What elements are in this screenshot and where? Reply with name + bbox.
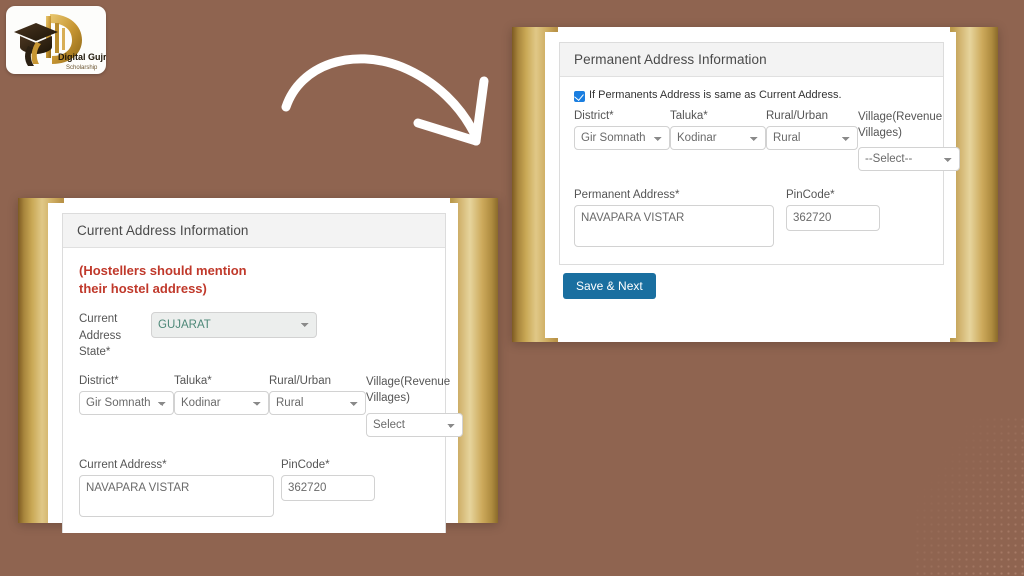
graduation-cap-logo-icon: Digital Gujrat Scholarship (14, 14, 106, 71)
permanent-panel-title: Permanent Address Information (560, 43, 943, 77)
field-village: Village(Revenue Villages) Select (366, 375, 463, 438)
current-address-screenshot: Current Address Information (Hostellers … (18, 198, 498, 533)
village-label: Village(Revenue Villages) (366, 376, 451, 404)
permanent-address-panel: Permanent Address Information If Permane… (559, 42, 960, 266)
field-pincode: PinCode* (281, 459, 375, 522)
current-address-label: Current Address* (79, 459, 167, 472)
form-action-bar: Save & Next (559, 265, 956, 310)
rural-urban-select[interactable]: Rural (766, 126, 858, 150)
svg-text:Digital Gujrat: Digital Gujrat (58, 52, 106, 62)
hosteller-note-line2: their hostel address) (79, 280, 207, 296)
same-as-current-checkbox-row[interactable]: If Permanents Address is same as Current… (574, 89, 929, 102)
current-address-state-label: Current Address State* (79, 313, 122, 359)
village-select[interactable]: --Select-- (858, 147, 960, 172)
village-label: Village(Revenue Villages) (858, 111, 943, 139)
current-address-textarea[interactable]: NAVAPARA VISTAR (79, 475, 274, 518)
field-district: District* Gir Somnath (79, 375, 174, 437)
rural-urban-label: Rural/Urban (269, 375, 331, 388)
same-as-current-checkbox[interactable] (574, 91, 585, 102)
same-as-current-label: If Permanents Address is same as Current… (589, 89, 842, 101)
current-address-state-select[interactable]: GUJARAT (151, 312, 317, 339)
rural-urban-select[interactable]: Rural (269, 391, 366, 416)
district-label: District* (79, 375, 119, 388)
field-taluka: Taluka* Kodinar (174, 375, 269, 437)
current-panel-title: Current Address Information (63, 214, 445, 248)
taluka-select[interactable]: Kodinar (174, 391, 269, 416)
district-label: District* (574, 110, 614, 122)
pincode-label: PinCode* (786, 189, 835, 202)
village-select[interactable]: Select (366, 413, 463, 438)
brand-logo: Digital Gujrat Scholarship (6, 6, 106, 74)
district-select[interactable]: Gir Somnath (79, 391, 174, 416)
field-district: District* Gir Somnath (574, 110, 670, 171)
pincode-input[interactable] (786, 205, 880, 232)
decorative-dot-grid (914, 416, 1024, 576)
taluka-label: Taluka* (670, 110, 708, 122)
pincode-input[interactable] (281, 475, 375, 502)
pincode-label: PinCode* (281, 459, 330, 472)
taluka-select[interactable]: Kodinar (670, 126, 766, 150)
save-and-next-button[interactable]: Save & Next (563, 273, 656, 300)
field-taluka: Taluka* Kodinar (670, 110, 766, 171)
curved-arrow-icon (281, 54, 489, 146)
field-permanent-address: Permanent Address* NAVAPARA VISTAR (574, 189, 786, 252)
current-address-panel: Current Address Information (Hostellers … (62, 213, 463, 533)
field-pincode: PinCode* (786, 189, 880, 252)
permanent-address-label: Permanent Address* (574, 189, 680, 202)
taluka-label: Taluka* (174, 375, 212, 388)
hosteller-note: (Hostellers should mention their hostel … (79, 262, 431, 297)
rural-urban-label: Rural/Urban (766, 110, 828, 122)
field-rural-urban: Rural/Urban Rural (269, 375, 366, 437)
hosteller-note-line1: (Hostellers should mention (79, 263, 247, 278)
permanent-address-screenshot: Permanent Address Information If Permane… (512, 27, 998, 342)
field-rural-urban: Rural/Urban Rural (766, 110, 858, 171)
permanent-address-textarea[interactable]: NAVAPARA VISTAR (574, 205, 774, 248)
field-village: Village(Revenue Villages) --Select-- (858, 110, 960, 172)
field-current-address-state: Current Address State* GUJARAT (79, 311, 431, 361)
district-select[interactable]: Gir Somnath (574, 126, 670, 150)
svg-text:Scholarship: Scholarship (66, 65, 98, 71)
field-current-address: Current Address* NAVAPARA VISTAR (79, 459, 281, 522)
